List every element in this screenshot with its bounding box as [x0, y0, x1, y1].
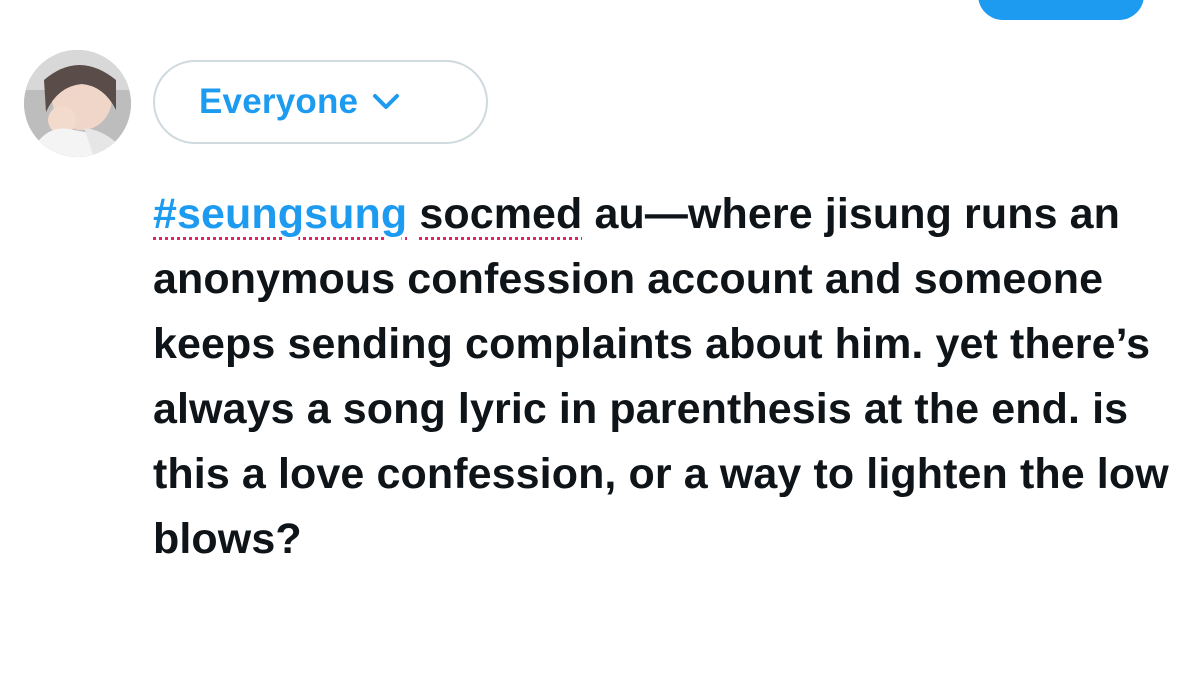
audience-label: Everyone [199, 82, 359, 121]
post-text-input[interactable]: #seungsung socmed au—where jisung runs a… [153, 182, 1188, 572]
chevron-down-icon [372, 93, 400, 116]
audience-selector-button[interactable]: Everyone [153, 60, 488, 144]
post-text-body: au—where jisung runs an anonymous confes… [153, 190, 1181, 563]
avatar[interactable] [24, 50, 131, 157]
post-button[interactable] [978, 0, 1144, 20]
text-space [407, 190, 419, 238]
misspelled-word: socmed [419, 190, 583, 238]
avatar-image [24, 50, 131, 157]
hashtag-link[interactable]: #seungsung [153, 190, 407, 238]
